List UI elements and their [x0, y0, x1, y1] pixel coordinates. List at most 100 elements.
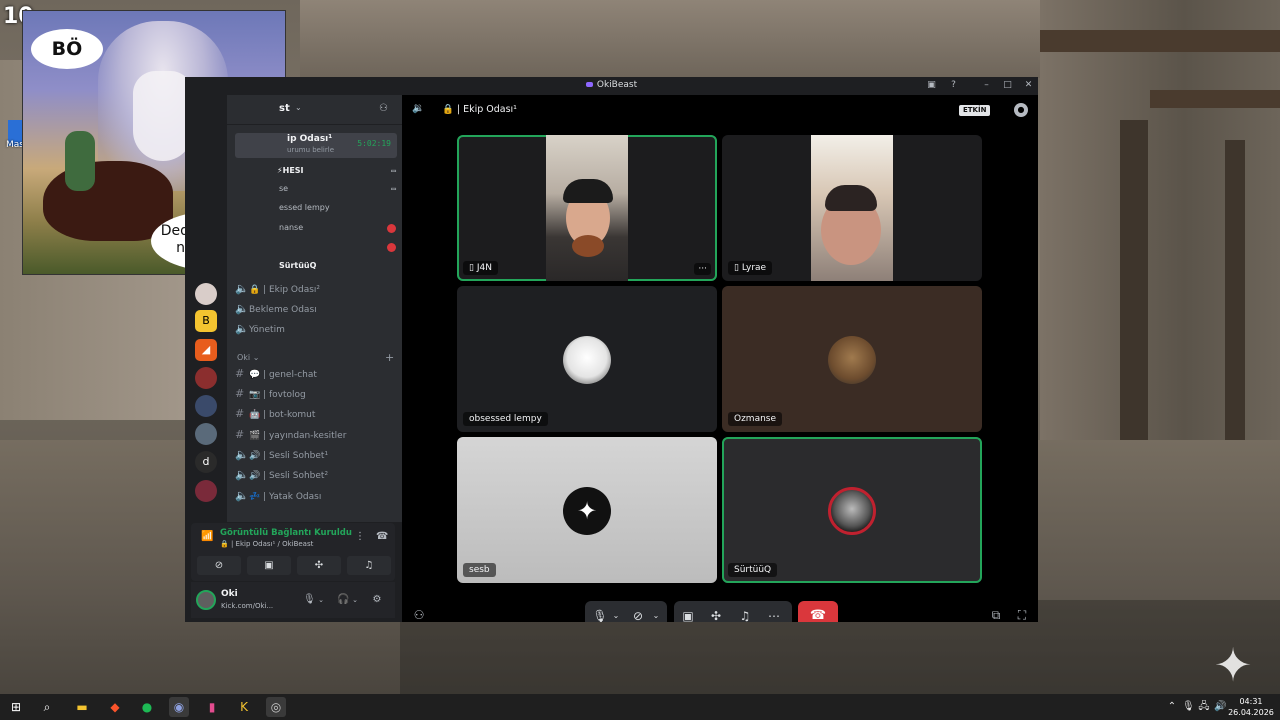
add-channel-icon[interactable]: +	[385, 351, 394, 364]
maximize-icon[interactable]: □	[1002, 80, 1013, 91]
chevron-down-icon[interactable]: ⌄	[647, 607, 665, 622]
close-icon[interactable]: ✕	[1023, 80, 1034, 91]
camera-off-button[interactable]: ⊘	[197, 556, 241, 575]
soundboard-button[interactable]: ♫	[347, 556, 391, 575]
participant-tile[interactable]: ▯ J4N ···	[457, 135, 717, 281]
clock-date: 26.04.2026	[1228, 708, 1274, 717]
participant-tile[interactable]: ▯ Lyrae	[722, 135, 982, 281]
start-icon[interactable]: ⊞	[6, 697, 26, 717]
channel-item[interactable]: 🔈Yönetim	[235, 320, 397, 338]
add-member-icon[interactable]: ⚇	[379, 103, 388, 114]
signal-icon: 📶	[201, 531, 214, 542]
volume-icon[interactable]: 🔊	[1214, 700, 1226, 714]
window-title: OkiBeast	[185, 80, 1038, 90]
network-icon[interactable]: 🖧	[1198, 700, 1210, 714]
disconnect-icon[interactable]: ☎	[376, 531, 388, 543]
participant-name: Ozmanse	[728, 412, 783, 426]
help-icon[interactable]: ?	[948, 80, 959, 91]
activities-button[interactable]: ✣	[297, 556, 341, 575]
spotify-icon[interactable]: ●	[137, 697, 157, 717]
discord-logo-icon	[585, 82, 593, 87]
chat-icon[interactable]: ●	[1014, 103, 1028, 117]
pop-out-icon[interactable]: ⧉	[989, 608, 1003, 622]
connection-subtitle[interactable]: 🔒 | Ekip Odası¹ / OkiBeast	[220, 540, 313, 548]
call-timer: 5:02:19	[357, 139, 391, 148]
server-icon[interactable]: ◢	[195, 339, 217, 361]
server-icon[interactable]	[195, 395, 217, 417]
more-options-button[interactable]: ···	[694, 263, 711, 275]
channel-item[interactable]: 🔈🔒 | Ekip Odası²	[235, 280, 397, 298]
channel-item[interactable]: # 🤖 | bot-komut	[235, 405, 397, 423]
stage-header: 🔉 🔒 | Ekip Odası¹ ETKİN ●	[402, 95, 1038, 125]
chevron-down-icon[interactable]: ⌄	[607, 607, 625, 622]
voice-user[interactable]: ⚡HESI	[277, 166, 304, 175]
server-icon[interactable]	[195, 367, 217, 389]
chevron-up-icon[interactable]: ⌃	[1166, 700, 1178, 714]
clock-time: 04:31	[1239, 697, 1263, 706]
server-icon[interactable]	[195, 423, 217, 445]
file-explorer-icon[interactable]: ▬	[72, 697, 92, 717]
chevron-down-icon[interactable]: ⌄	[315, 594, 327, 606]
channel-item[interactable]: # 💬 | genel-chat	[235, 365, 397, 383]
app-icon[interactable]: ▮	[202, 697, 222, 717]
chevron-down-icon[interactable]: ⌄	[349, 594, 361, 606]
server-icon[interactable]	[195, 480, 217, 502]
connection-title[interactable]: Görüntülü Bağlantı Kuruldu	[220, 528, 352, 538]
microphone-icon[interactable]: 🎙	[1182, 700, 1195, 714]
activities-icon[interactable]: ✣	[707, 607, 725, 622]
fullscreen-icon[interactable]: ⛶	[1015, 608, 1029, 622]
stage-title: 🔒 | Ekip Odası¹	[442, 104, 517, 115]
server-icon[interactable]	[195, 283, 217, 305]
participant-tile[interactable]: SürtüüQ	[722, 437, 982, 583]
server-header[interactable]: st ⌄ ⚇	[227, 95, 402, 125]
avatar[interactable]	[196, 590, 216, 610]
channel-item[interactable]: # 🎬 | yayından-kesitler	[235, 426, 397, 444]
screen-share-button[interactable]: ▣	[247, 556, 291, 575]
voice-channel-icon: 🔉	[412, 103, 425, 114]
participant-name: sesb	[463, 563, 496, 577]
soundboard-icon[interactable]: ♫	[736, 607, 754, 622]
server-icon[interactable]: B	[195, 310, 217, 332]
more-options-icon[interactable]: ⋯	[765, 607, 783, 622]
channel-item[interactable]: # 📷 | fovtolog	[235, 385, 397, 403]
screen-share-icon[interactable]: ▣	[679, 607, 697, 622]
speaker-icon: 🔈	[235, 448, 249, 461]
participant-tile[interactable]: ✦ sesb	[457, 437, 717, 583]
meme-rider	[65, 131, 95, 191]
channel-item[interactable]: 🔈💤 | Yatak Odası	[235, 487, 397, 505]
voice-user[interactable]: SürtüüQ	[279, 261, 316, 270]
gear-icon[interactable]: ⚙	[371, 594, 383, 606]
channel-active-voice[interactable]: ip Odası¹ urumu belirle 5:02:19	[235, 133, 397, 158]
discord-icon[interactable]: ◉	[169, 697, 189, 717]
channel-item[interactable]: 🔈🔊 | Sesli Sohbet¹	[235, 446, 397, 464]
system-clock[interactable]: 04:31 26.04.2026	[1226, 696, 1276, 718]
chevron-down-icon: ⌄	[295, 103, 302, 112]
participant-tile[interactable]: obsessed lempy	[457, 286, 717, 432]
user-name[interactable]: Oki	[221, 589, 238, 599]
channel-status: urumu belirle	[287, 146, 335, 154]
avatar	[828, 336, 876, 384]
meme-beard	[133, 71, 193, 161]
headphones-icon[interactable]: 🎧	[337, 594, 349, 606]
voice-user[interactable]: nanse	[279, 223, 303, 232]
window-titlebar[interactable]: OkiBeast ▣ ? – □ ✕	[185, 77, 1038, 95]
category-header[interactable]: Oki ⌄	[237, 353, 259, 362]
app-icon[interactable]: K	[234, 697, 254, 717]
scene-roof	[300, 0, 1040, 78]
channel-item[interactable]: 🔈Bekleme Odası	[235, 300, 397, 318]
channel-item[interactable]: 🔈🔊 | Sesli Sohbet²	[235, 466, 397, 484]
microphone-icon[interactable]: 🎙	[303, 594, 316, 606]
invite-people-icon[interactable]: ⚇	[412, 608, 426, 622]
search-icon[interactable]: ⌕	[37, 697, 57, 717]
server-icon[interactable]: d	[195, 451, 217, 473]
participant-tile[interactable]: Ozmanse	[722, 286, 982, 432]
camera-off-icon[interactable]: ⊘	[629, 607, 647, 622]
voice-user[interactable]: se	[279, 184, 288, 193]
voice-user[interactable]: essed lempy	[279, 203, 330, 212]
minimize-icon[interactable]: –	[981, 80, 992, 91]
obs-icon[interactable]: ◎	[266, 697, 286, 717]
noise-suppression-icon[interactable]: ⋮	[354, 531, 366, 543]
hang-up-button[interactable]: ☎	[798, 601, 838, 622]
inbox-icon[interactable]: ▣	[926, 80, 937, 91]
brave-browser-icon[interactable]: ◆	[105, 697, 125, 717]
